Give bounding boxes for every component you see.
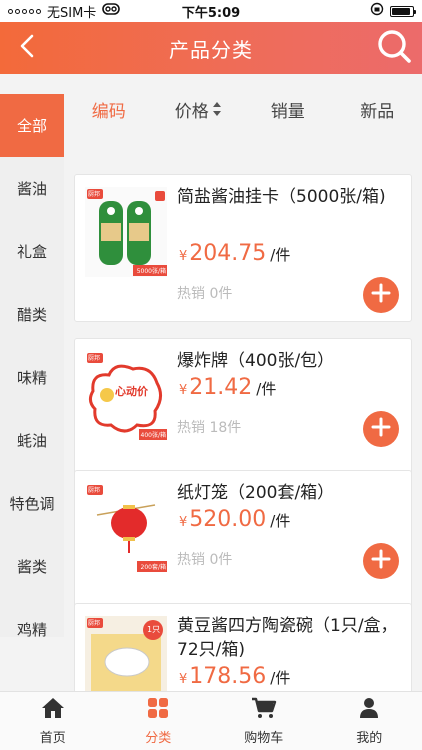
status-bar: 无SIM卡 下午5:09 bbox=[0, 0, 422, 22]
product-price: 204.75 bbox=[189, 241, 267, 266]
tab-home[interactable]: 首页 bbox=[0, 692, 106, 750]
product-thumbnail: 厨邦 200套/箱 bbox=[85, 483, 167, 573]
currency-symbol: ¥ bbox=[179, 249, 188, 264]
currency-symbol: ¥ bbox=[179, 672, 188, 687]
sidebar-item-label: 特色调 bbox=[9, 495, 55, 513]
product-card[interactable]: 厨邦 5000张/箱 简盐酱油挂卡（5000张/箱) ¥ 204.75 /件 热… bbox=[74, 174, 412, 322]
tab-label: 价格 bbox=[174, 101, 209, 122]
category-icon bbox=[147, 697, 169, 723]
sidebar-item-gift-box[interactable]: 礼盒 bbox=[0, 220, 64, 283]
product-name: 爆炸牌（400张/包） bbox=[177, 351, 335, 371]
sidebar-item-label: 蚝油 bbox=[16, 432, 47, 450]
bottom-tab-bar: 首页 分类 购物车 我的 bbox=[0, 691, 422, 750]
status-time: 下午5:09 bbox=[181, 5, 241, 21]
tab-cart[interactable]: 购物车 bbox=[211, 692, 317, 750]
product-name: 纸灯笼（200套/箱） bbox=[177, 483, 335, 503]
tab-label: 我的 bbox=[356, 730, 383, 746]
product-brand-tag: 厨邦 bbox=[88, 487, 101, 494]
product-sales: 热销 0件 bbox=[177, 286, 233, 302]
sidebar-item-chicken-essence[interactable]: 鸡精 bbox=[0, 598, 64, 637]
tab-category[interactable]: 分类 bbox=[106, 692, 212, 750]
orientation-lock-icon bbox=[370, 2, 384, 20]
currency-symbol: ¥ bbox=[179, 383, 188, 398]
product-brand-tag: 厨邦 bbox=[88, 191, 101, 198]
sidebar-item-paste[interactable]: 酱类 bbox=[0, 535, 64, 598]
tab-sales[interactable]: 销量 bbox=[243, 97, 333, 122]
product-price-row: ¥ 178.56 /件 bbox=[179, 664, 290, 689]
tab-code[interactable]: 编码 bbox=[64, 97, 154, 122]
battery-icon bbox=[390, 5, 416, 17]
user-icon bbox=[358, 697, 380, 723]
status-right bbox=[370, 2, 416, 20]
currency-symbol: ¥ bbox=[179, 515, 188, 530]
tab-label: 首页 bbox=[39, 730, 66, 746]
product-pack-tag: 200套/箱 bbox=[140, 564, 166, 571]
product-unit: /件 bbox=[270, 246, 291, 264]
sidebar-item-soy-sauce[interactable]: 酱油 bbox=[0, 157, 64, 220]
product-price-row: ¥ 204.75 /件 bbox=[179, 241, 290, 266]
tab-label: 销量 bbox=[270, 101, 305, 122]
sort-arrows-icon bbox=[212, 101, 222, 117]
cart-icon bbox=[251, 697, 277, 723]
sidebar-item-label: 醋类 bbox=[16, 306, 47, 324]
app-header: 产品分类 bbox=[0, 22, 422, 74]
product-sales: 热销 18件 bbox=[177, 420, 242, 436]
sidebar-item-label: 礼盒 bbox=[16, 243, 47, 261]
product-thumbnail: 厨邦 5000张/箱 bbox=[85, 187, 167, 277]
sidebar-item-label: 酱油 bbox=[16, 180, 47, 198]
plus-icon bbox=[371, 417, 391, 441]
sidebar-item-label: 酱类 bbox=[16, 558, 47, 576]
page-title: 产品分类 bbox=[169, 37, 253, 62]
add-to-cart-button[interactable] bbox=[363, 543, 399, 579]
add-to-cart-button[interactable] bbox=[363, 277, 399, 313]
sort-filter-bar: 编码 价格 销量 新品 bbox=[64, 84, 422, 134]
product-price: 21.42 bbox=[189, 375, 253, 400]
category-sidebar: 全部 酱油 礼盒 醋类 味精 蚝油 特色调 酱类 鸡精 bbox=[0, 94, 64, 637]
product-pack-tag: 5000张/箱 bbox=[136, 268, 166, 275]
product-price: 178.56 bbox=[189, 664, 267, 689]
product-card[interactable]: 厨邦 200套/箱 纸灯笼（200套/箱） ¥ 520.00 /件 热销 0件 bbox=[74, 470, 412, 618]
product-pack-tag: 1只 bbox=[147, 625, 161, 634]
add-to-cart-button[interactable] bbox=[363, 411, 399, 447]
tab-new[interactable]: 新品 bbox=[333, 97, 422, 122]
product-brand-tag: 厨邦 bbox=[88, 620, 101, 627]
search-icon bbox=[376, 28, 412, 68]
sidebar-item-specialty[interactable]: 特色调 bbox=[0, 472, 64, 535]
tab-mine[interactable]: 我的 bbox=[317, 692, 422, 750]
product-brand-tag: 厨邦 bbox=[88, 355, 101, 362]
tab-label: 购物车 bbox=[244, 730, 284, 746]
sidebar-item-msg[interactable]: 味精 bbox=[0, 346, 64, 409]
product-thumb-text: 心动价 bbox=[115, 385, 148, 398]
sidebar-item-label: 鸡精 bbox=[16, 621, 47, 637]
product-unit: /件 bbox=[270, 669, 291, 687]
sidebar-item-oyster-sauce[interactable]: 蚝油 bbox=[0, 409, 64, 472]
product-price: 520.00 bbox=[189, 507, 267, 532]
sidebar-item-vinegar[interactable]: 醋类 bbox=[0, 283, 64, 346]
product-price-row: ¥ 520.00 /件 bbox=[179, 507, 290, 532]
product-card[interactable]: 厨邦 心动价 400张/箱 爆炸牌（400张/包） ¥ 21.42 /件 热销 … bbox=[74, 338, 412, 486]
sidebar-item-label: 全部 bbox=[16, 117, 47, 135]
product-name: 黄豆酱四方陶瓷碗（1只/盒，72只/箱) bbox=[177, 616, 398, 660]
back-button[interactable] bbox=[10, 30, 44, 66]
product-thumbnail: 厨邦 心动价 400张/箱 bbox=[85, 351, 167, 441]
tab-price[interactable]: 价格 bbox=[154, 97, 244, 122]
product-sales: 热销 0件 bbox=[177, 552, 233, 568]
plus-icon bbox=[371, 283, 391, 307]
product-unit: /件 bbox=[270, 512, 291, 530]
tab-label: 分类 bbox=[145, 730, 172, 746]
search-button[interactable] bbox=[374, 28, 414, 68]
product-price-row: ¥ 21.42 /件 bbox=[179, 375, 276, 400]
plus-icon bbox=[371, 549, 391, 573]
product-unit: /件 bbox=[256, 380, 277, 398]
tab-label: 编码 bbox=[91, 101, 126, 122]
sidebar-item-all[interactable]: 全部 bbox=[0, 94, 64, 157]
home-icon bbox=[41, 697, 65, 723]
sidebar-item-label: 味精 bbox=[16, 369, 47, 387]
chevron-left-icon bbox=[18, 33, 36, 63]
product-pack-tag: 400张/箱 bbox=[140, 432, 166, 439]
tab-label: 新品 bbox=[360, 101, 395, 122]
product-name: 简盐酱油挂卡（5000张/箱) bbox=[177, 187, 386, 207]
